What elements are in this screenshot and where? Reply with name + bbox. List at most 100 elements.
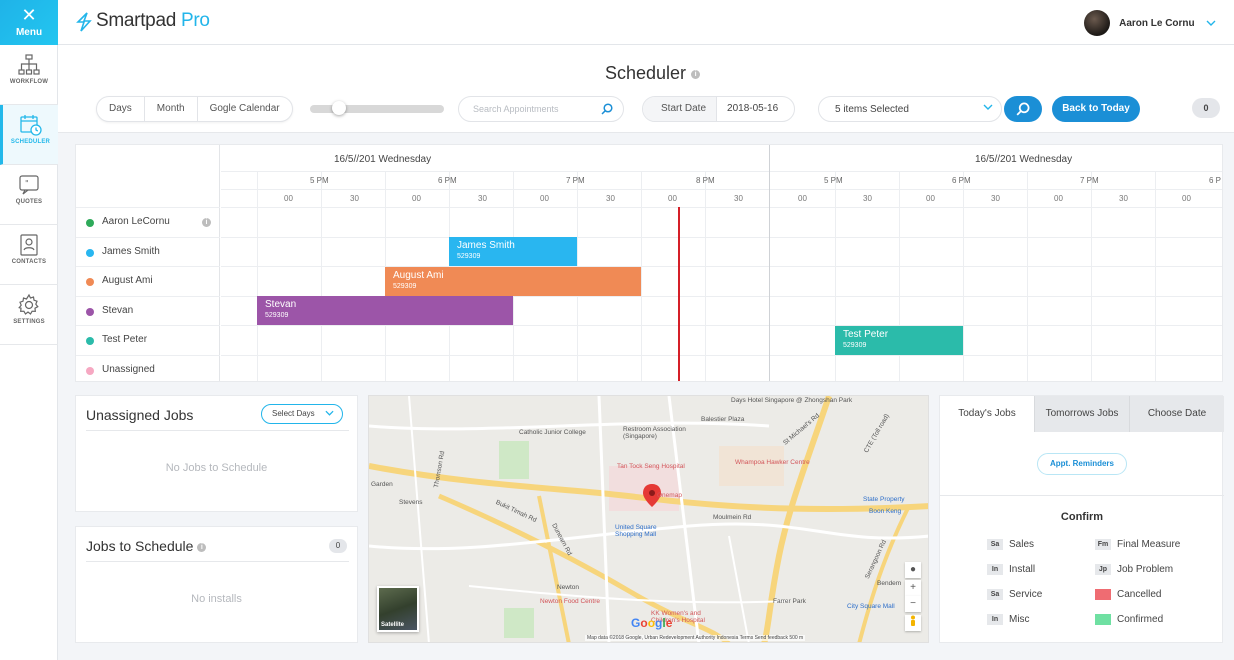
- zoom-out-button[interactable]: −: [905, 596, 921, 612]
- appointment-event[interactable]: August Ami 529309: [385, 267, 641, 296]
- info-icon[interactable]: i: [202, 218, 211, 227]
- pegman-icon[interactable]: [905, 615, 921, 631]
- appointment-event[interactable]: James Smith 529309: [449, 237, 577, 266]
- resource-name: James Smith: [102, 245, 160, 257]
- jobs-count-badge: 0: [329, 539, 347, 553]
- jobs-summary-panel: Today's Jobs Tomorrows Jobs Choose Date …: [939, 395, 1224, 643]
- legend-item: Fm Final Measure: [1095, 539, 1180, 550]
- view-month-button[interactable]: Month: [145, 97, 198, 121]
- legend-tag: In: [987, 564, 1003, 575]
- legend-swatch: [1095, 614, 1111, 625]
- event-name: August Ami: [393, 270, 444, 281]
- user-menu[interactable]: Aaron Le Cornu: [1083, 10, 1216, 36]
- appointment-event[interactable]: Test Peter 529309: [835, 326, 963, 355]
- start-date-value[interactable]: 2018-05-16: [717, 97, 794, 121]
- logo-icon: [76, 12, 92, 32]
- workflow-icon: [18, 54, 40, 75]
- minute-label: 00: [798, 194, 807, 203]
- resource-column: Aaron LeCornu i James Smith August Ami S…: [76, 145, 220, 382]
- unassigned-jobs-panel: Unassigned Jobs Select Days No Jobs to S…: [75, 395, 358, 512]
- contact-card-icon: [20, 234, 38, 256]
- resource-row[interactable]: Unassigned: [76, 354, 220, 382]
- resource-color-dot: [86, 337, 94, 345]
- tab-choose-date[interactable]: Choose Date: [1130, 396, 1224, 432]
- map-pin-dot: [649, 490, 655, 496]
- main-road: [537, 495, 571, 642]
- zoom-slider[interactable]: [310, 105, 444, 113]
- resource-color-dot: [86, 248, 94, 257]
- sidebar-item-contacts[interactable]: CONTACTS: [0, 225, 58, 285]
- sidebar-item-workflow[interactable]: WORKFLOW: [0, 45, 58, 105]
- notification-count-badge[interactable]: 0: [1192, 98, 1220, 118]
- grid-line: [221, 325, 1222, 326]
- brand-logo[interactable]: Smartpad Pro: [96, 10, 210, 32]
- minute-label: 00: [284, 194, 293, 203]
- street: [597, 396, 611, 642]
- search-icon[interactable]: [601, 103, 613, 115]
- tab-tomorrows-jobs[interactable]: Tomorrows Jobs: [1035, 396, 1130, 432]
- view-days-button[interactable]: Days: [97, 97, 145, 121]
- zoom-slider-handle[interactable]: [332, 101, 346, 115]
- legend-tag: Sa: [987, 539, 1003, 550]
- menu-label: Menu: [15, 27, 43, 38]
- grid-line: [221, 189, 1222, 190]
- back-to-today-button[interactable]: Back to Today: [1052, 96, 1140, 122]
- appointment-event[interactable]: Stevan 529309: [257, 296, 513, 325]
- grid-line: [221, 171, 1222, 172]
- legend-tag: Sa: [987, 589, 1003, 600]
- appt-reminders-button[interactable]: Appt. Reminders: [1037, 453, 1127, 475]
- sidebar-item-label: CONTACTS: [11, 259, 47, 265]
- minute-label: 30: [350, 194, 359, 203]
- select-days-dropdown[interactable]: Select Days: [261, 404, 343, 424]
- resource-row[interactable]: August Ami: [76, 266, 220, 296]
- top-bar: Smartpad Pro Aaron Le Cornu: [58, 0, 1234, 45]
- grid-line: [221, 354, 1222, 356]
- park-area: [499, 441, 529, 479]
- sidebar-item-scheduler[interactable]: SCHEDULER: [0, 105, 58, 165]
- map-label: Whampoa Hawker Centre: [735, 459, 810, 466]
- items-select-value: 5 items Selected: [835, 104, 909, 115]
- hour-label: 6 PM: [952, 176, 971, 185]
- jobs-tabs: Today's Jobs Tomorrows Jobs Choose Date: [940, 396, 1224, 432]
- items-select[interactable]: 5 items Selected: [818, 96, 1002, 122]
- event-name: Test Peter: [843, 329, 889, 340]
- view-google-calendar-button[interactable]: Gogle Calendar: [198, 97, 292, 121]
- map-label: Catholic Junior College: [519, 429, 586, 436]
- resource-row[interactable]: Stevan: [76, 295, 220, 326]
- legend-swatch: [1095, 589, 1111, 600]
- sidebar-item-quotes[interactable]: " QUOTES: [0, 165, 58, 225]
- info-icon[interactable]: i: [197, 542, 207, 552]
- map-label: Newton Food Centre: [540, 598, 600, 605]
- minute-label: 30: [1119, 194, 1128, 203]
- scheduler-grid: Aaron LeCornu i James Smith August Ami S…: [75, 144, 1223, 382]
- minute-label: 00: [1054, 194, 1063, 203]
- brand-suffix: Pro: [180, 10, 210, 31]
- resource-row[interactable]: Test Peter: [76, 325, 220, 355]
- resource-color-dot: [86, 219, 94, 227]
- zoom-in-button[interactable]: +: [905, 580, 921, 596]
- legend-label: Cancelled: [1117, 589, 1162, 600]
- map-label: City Square Mall: [847, 603, 895, 610]
- resource-name: Aaron LeCornu: [102, 216, 170, 227]
- map-footer: Map data ©2018 Google, Urban Redevelopme…: [585, 635, 806, 641]
- resource-row[interactable]: Aaron LeCornu i: [76, 207, 220, 237]
- start-date-field[interactable]: Start Date 2018-05-16: [642, 96, 796, 122]
- search-button[interactable]: [1004, 96, 1042, 122]
- legend-item: In Install: [987, 564, 1035, 575]
- legend-label: Final Measure: [1117, 539, 1181, 550]
- info-icon[interactable]: i: [691, 69, 701, 79]
- search-placeholder: Search Appointments: [473, 104, 559, 114]
- map-label: Moulmein Rd: [713, 514, 752, 521]
- menu-button[interactable]: ✕ Menu: [0, 0, 58, 45]
- minute-label: 30: [606, 194, 615, 203]
- tab-todays-jobs[interactable]: Today's Jobs: [940, 396, 1035, 432]
- event-code: 529309: [265, 312, 289, 319]
- locate-button[interactable]: ●: [905, 562, 921, 578]
- satellite-toggle[interactable]: Satellite: [377, 586, 419, 632]
- sidebar-item-label: WORKFLOW: [9, 79, 49, 85]
- search-input[interactable]: Search Appointments: [458, 96, 624, 122]
- resource-row[interactable]: James Smith: [76, 236, 220, 267]
- sidebar-item-settings[interactable]: SETTINGS: [0, 285, 58, 345]
- map-view[interactable]: Days Hotel Singapore @ Zhongshan Park Ca…: [368, 395, 929, 643]
- chevron-down-icon: [983, 103, 993, 114]
